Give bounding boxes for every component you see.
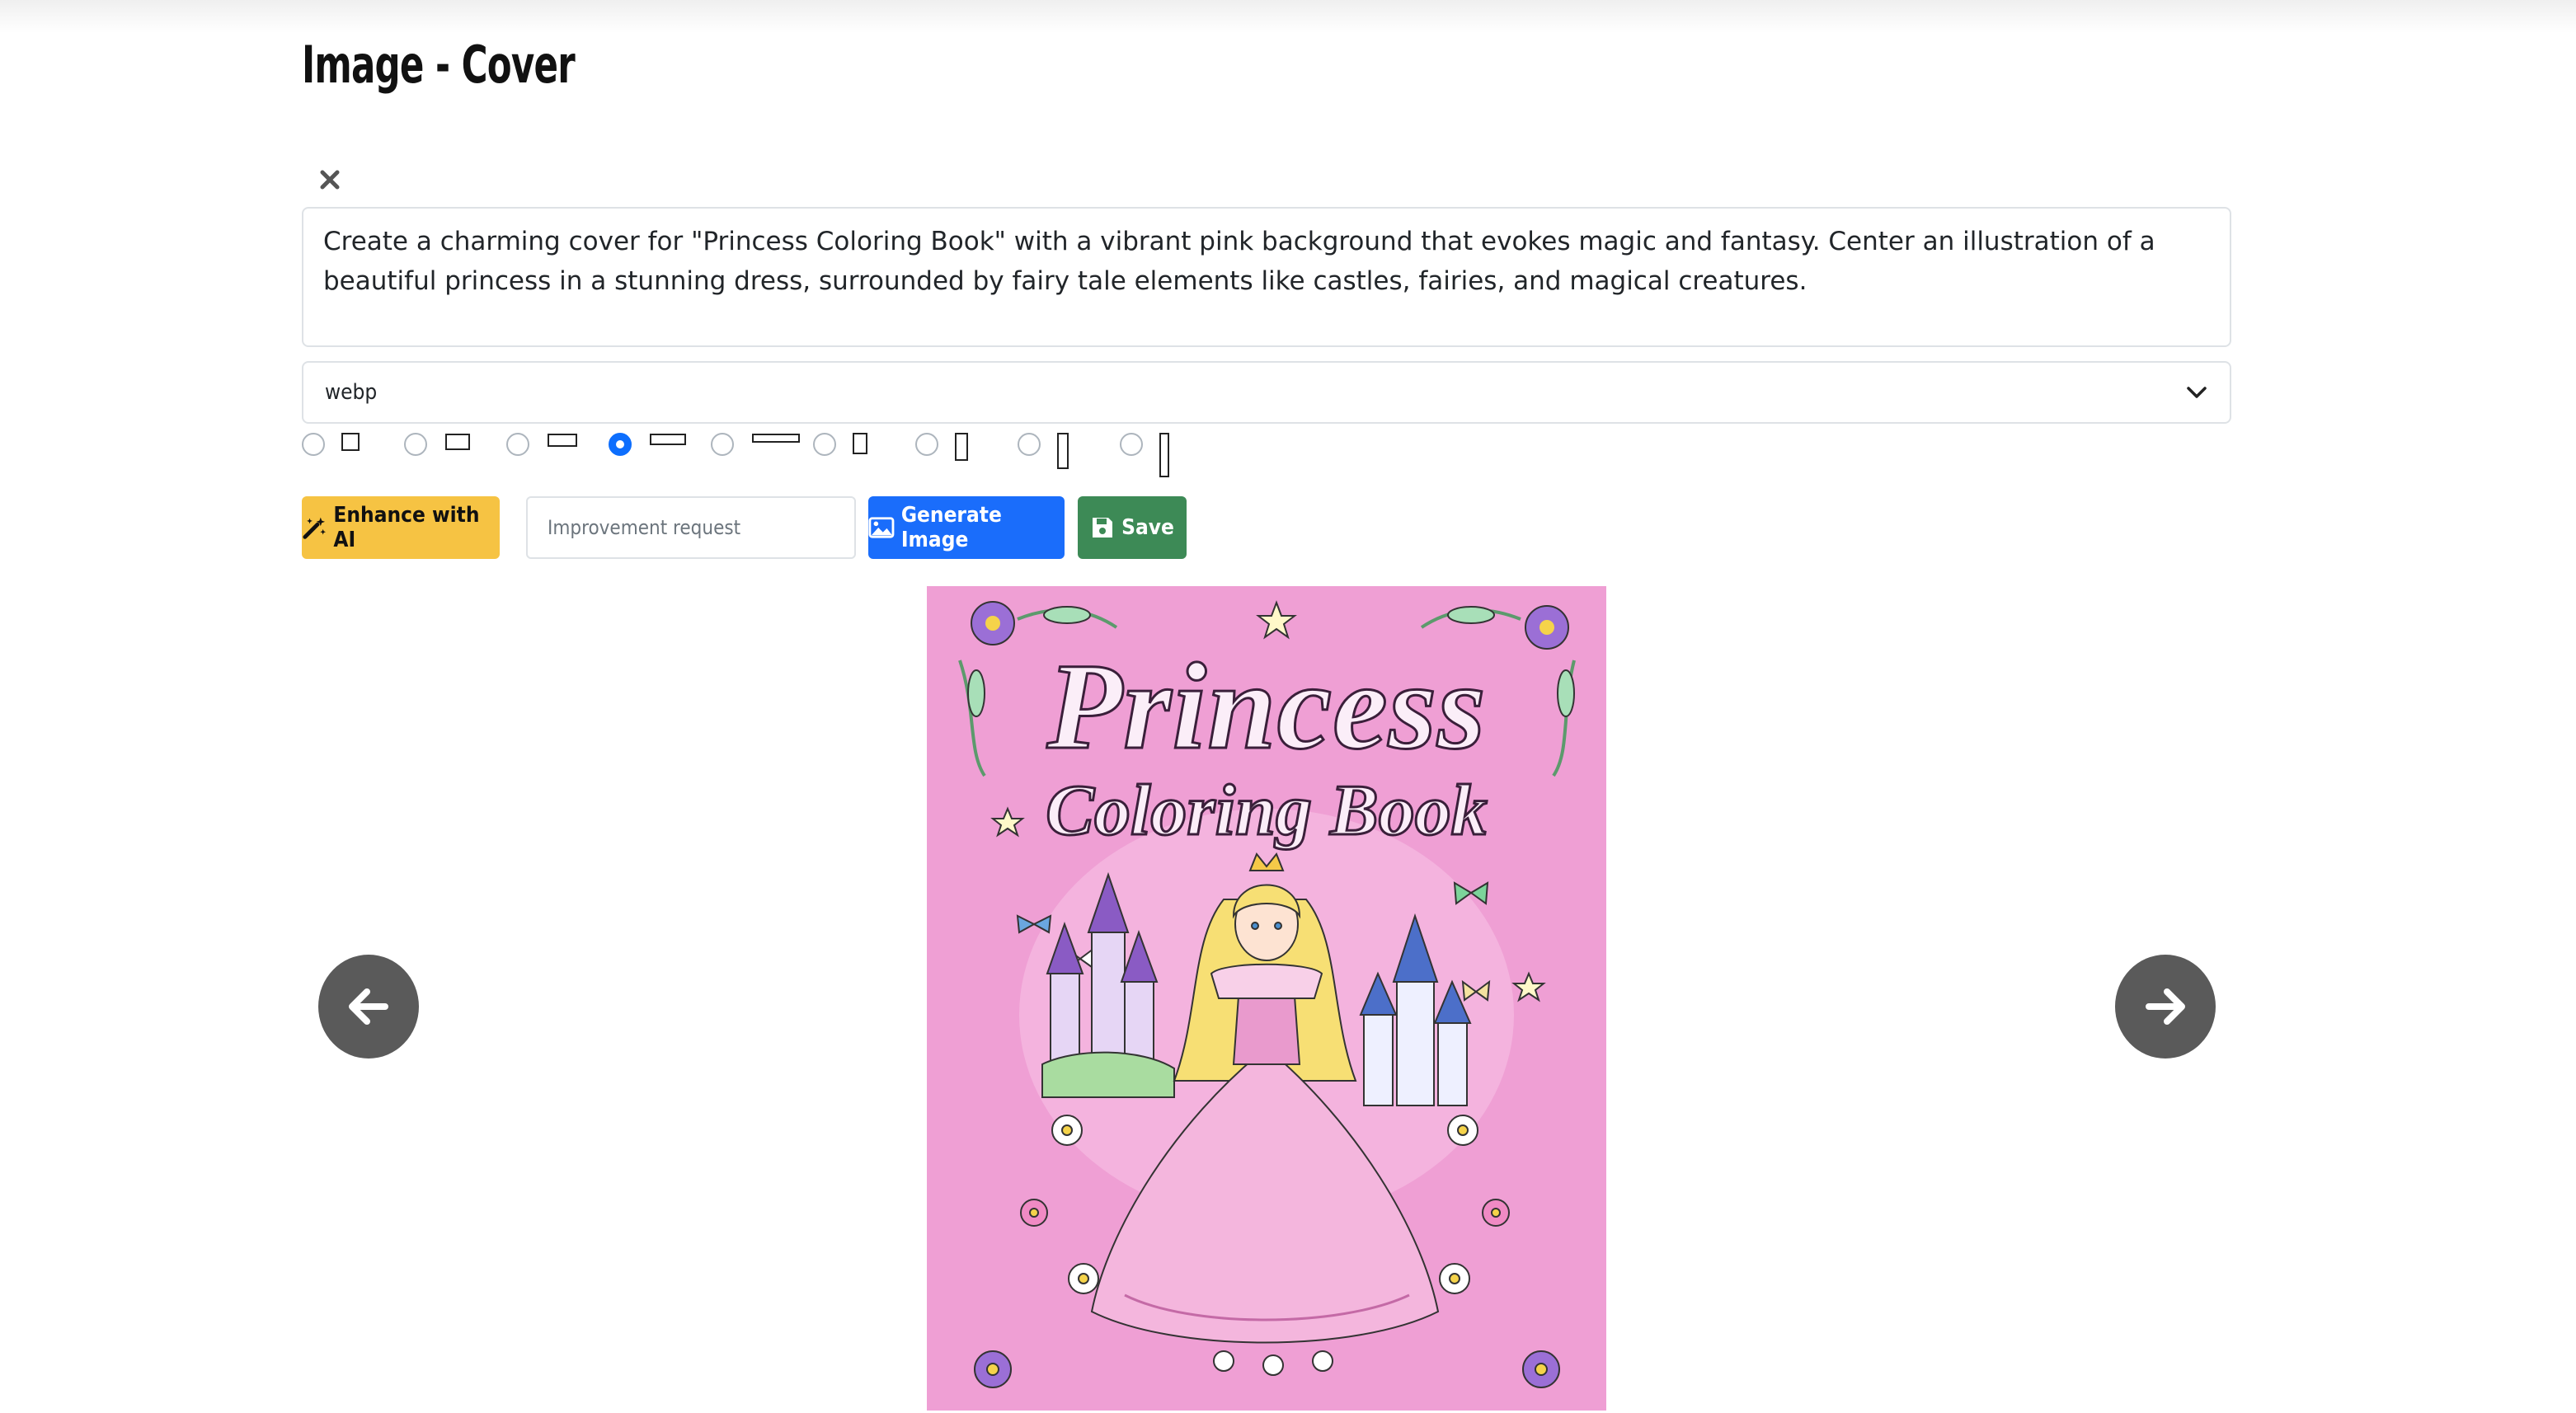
top-bar (0, 0, 2576, 33)
ratio-shape-icon (445, 434, 470, 450)
ratio-shape-icon (853, 433, 867, 454)
cover-image-preview: Princess Coloring Book (927, 586, 1606, 1411)
aspect-ratio-option[interactable] (1018, 427, 1075, 485)
ratio-shape-icon (650, 434, 686, 445)
aspect-ratio-option[interactable] (915, 427, 973, 485)
ratio-shape-icon (1057, 433, 1069, 469)
radio-button[interactable] (302, 433, 325, 456)
floppy-disk-icon (1093, 518, 1113, 538)
format-select-value: webp (325, 380, 378, 405)
generate-button-label: Generate Image (900, 503, 1002, 552)
radio-button[interactable] (813, 433, 836, 456)
magic-wand-icon (303, 517, 326, 539)
format-select[interactable]: webp (302, 361, 2231, 424)
radio-button[interactable] (609, 433, 632, 456)
ratio-shape-icon (341, 433, 360, 451)
cover-subtitle-text: Coloring Book (1045, 770, 1488, 852)
aspect-ratio-option[interactable] (711, 427, 810, 485)
radio-button[interactable] (1018, 433, 1041, 456)
improvement-request-input[interactable] (526, 496, 856, 559)
radio-button[interactable] (404, 433, 427, 456)
ratio-shape-icon (752, 434, 800, 443)
radio-button[interactable] (506, 433, 529, 456)
generate-image-button[interactable]: Generate Image (868, 496, 1065, 559)
previous-image-button[interactable] (318, 955, 419, 1059)
ratio-shape-icon (548, 434, 577, 447)
ratio-shape-icon (1159, 433, 1169, 477)
close-icon (320, 170, 340, 190)
next-image-button[interactable] (2115, 955, 2216, 1059)
aspect-ratio-option[interactable] (302, 427, 368, 485)
enhance-button-label: Enhance with AI (333, 503, 480, 552)
save-button[interactable]: Save (1078, 496, 1187, 559)
ratio-shape-icon (955, 433, 968, 461)
close-button[interactable] (313, 163, 346, 196)
radio-button[interactable] (915, 433, 938, 456)
chevron-down-icon (2187, 387, 2207, 398)
cover-title-text: Princess (1046, 637, 1487, 777)
prompt-textarea[interactable] (302, 207, 2231, 347)
aspect-ratio-option[interactable] (813, 427, 871, 485)
aspect-ratio-option[interactable] (404, 427, 478, 485)
image-icon (868, 517, 895, 538)
aspect-ratio-option[interactable] (506, 427, 589, 485)
enhance-with-ai-button[interactable]: Enhance with AI (302, 496, 500, 559)
page-title: Image - Cover (302, 35, 576, 95)
aspect-ratio-option[interactable] (1120, 427, 1178, 485)
arrow-left-icon (349, 988, 388, 1025)
radio-button[interactable] (711, 433, 734, 456)
radio-button[interactable] (1120, 433, 1143, 456)
aspect-ratio-option[interactable] (609, 427, 691, 485)
save-button-label: Save (1121, 515, 1174, 540)
arrow-right-icon (2146, 988, 2185, 1025)
